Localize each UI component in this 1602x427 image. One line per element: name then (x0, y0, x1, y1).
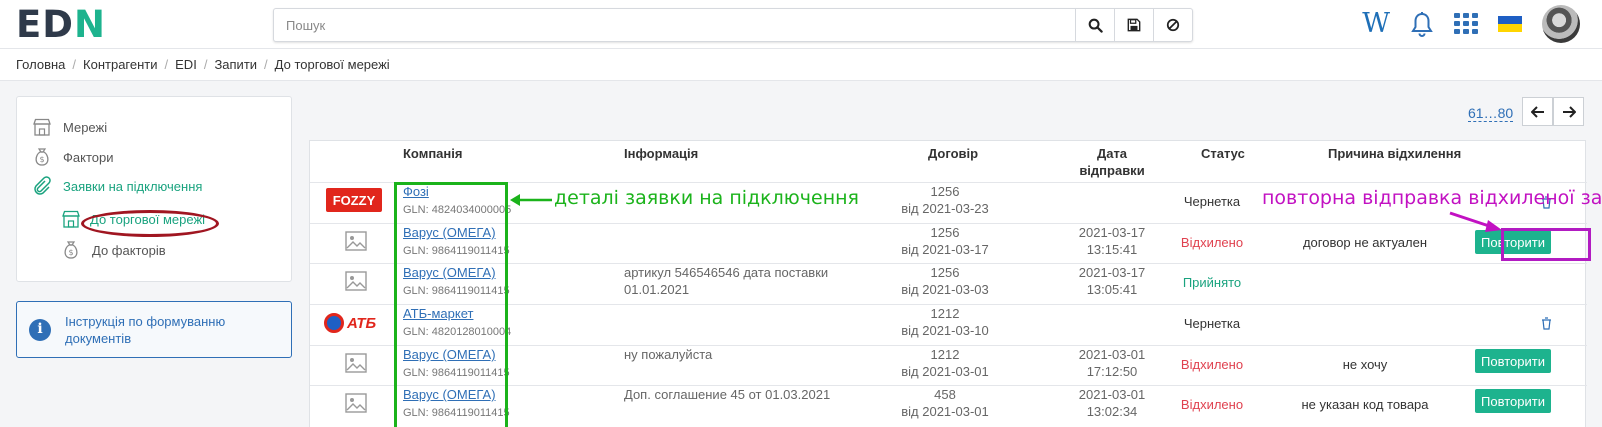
arrow-left-icon (1530, 105, 1544, 118)
annotation-details-label: деталі заявки на підключення (554, 187, 859, 209)
svg-text:$: $ (68, 248, 73, 257)
image-placeholder-icon (345, 231, 367, 251)
ban-icon (1166, 18, 1180, 32)
request-info: артикул 546546546 дата поставки 01.01.202… (624, 265, 829, 297)
rejection-reason: договор не актуален (1302, 235, 1428, 250)
status-badge: Відхилено (1180, 235, 1244, 250)
column-header-info[interactable]: Інформація (624, 145, 698, 162)
breadcrumb-item[interactable]: Запити (214, 57, 257, 72)
sidebar-item-factors[interactable]: $ Фактори (31, 146, 113, 168)
sidebar-item-label: Фактори (63, 149, 114, 165)
annotation-company-highlight (394, 182, 508, 427)
breadcrumb-item[interactable]: Головна (16, 57, 65, 72)
instructions-label: Інструкція по формуванню документів (65, 313, 226, 346)
search-bar (273, 8, 1193, 42)
paperclip-icon (31, 175, 53, 197)
contract: 458 від 2021-03-01 (901, 387, 989, 419)
column-header-reason[interactable]: Причина відхилення (1328, 145, 1461, 162)
next-page-button[interactable] (1553, 97, 1584, 126)
sidebar-item-networks[interactable]: Мережі (31, 116, 107, 138)
request-info: ну пожалуйста (624, 347, 713, 362)
image-placeholder-icon (345, 393, 367, 413)
sidebar-item-to-factors[interactable]: $ До факторів (60, 239, 166, 261)
contract: 1256 від 2021-03-17 (901, 225, 989, 257)
store-icon (31, 116, 53, 138)
sidebar-item-label: Мережі (63, 119, 108, 135)
request-info: Доп. соглашение 45 от 01.03.2021 (624, 387, 831, 402)
edin-logo[interactable]: EDN (16, 5, 106, 45)
column-header-sent-date[interactable]: Дата відправки (1047, 145, 1177, 179)
apps-grid-icon[interactable] (1454, 13, 1478, 35)
image-placeholder-icon (345, 353, 367, 373)
trash-icon[interactable] (1541, 317, 1552, 330)
repeat-button[interactable]: Повторити (1475, 349, 1551, 373)
sidebar-item-connection-requests[interactable]: Заявки на підключення (31, 175, 202, 197)
annotation-arrow-left-icon (510, 194, 552, 206)
breadcrumb: Головна / Контрагенти / EDI / Запити / До то… (0, 48, 1602, 81)
store-icon (60, 208, 82, 230)
column-header-company[interactable]: Компанія (403, 145, 462, 162)
breadcrumb-item[interactable]: Контрагенти (83, 57, 157, 72)
contract: 1212 від 2021-03-01 (901, 347, 989, 379)
annotation-arrow-down-right-icon (1449, 211, 1502, 232)
status-badge: Чернетка (1183, 194, 1241, 209)
instructions-link[interactable]: i Інструкція по формуванню документів (16, 301, 292, 358)
status-badge: Відхилено (1180, 397, 1244, 412)
wiki-icon[interactable]: W (1362, 9, 1390, 39)
search-input[interactable] (274, 9, 1075, 41)
repeat-button[interactable]: Повторити (1475, 389, 1551, 413)
contract: 1212 від 2021-03-10 (901, 306, 989, 338)
annotation-resend-label: повторна відправка відхиленої заявки (1262, 187, 1602, 209)
rejection-reason: не указан код товара (1301, 397, 1429, 412)
contract: 1256 від 2021-03-03 (901, 265, 989, 297)
svg-text:$: $ (39, 155, 44, 164)
annotation-repeat-highlight (1501, 228, 1591, 261)
money-bag-icon: $ (31, 146, 53, 168)
sidebar-menu: Мережі $ Фактори Заявки на підключення Д… (16, 96, 292, 282)
sidebar-item-label: До факторів (92, 242, 166, 258)
arrow-right-icon (1562, 105, 1576, 118)
annotation-sidebar-ellipse (81, 210, 219, 237)
prev-page-button[interactable] (1522, 97, 1553, 126)
info-icon: i (29, 318, 51, 341)
save-search-button[interactable] (1114, 9, 1153, 41)
status-badge: Відхилено (1180, 357, 1244, 372)
atb-logo: АТБ (324, 311, 384, 335)
status-badge: Чернетка (1183, 316, 1241, 331)
top-bar: EDN W (0, 0, 1602, 48)
clear-search-button[interactable] (1153, 9, 1192, 41)
pagination-range[interactable]: 61…80 (1468, 105, 1514, 122)
header-icons: W (1362, 5, 1580, 43)
money-bag-icon: $ (60, 239, 82, 261)
search-icon (1088, 18, 1103, 33)
save-icon (1127, 18, 1141, 32)
image-placeholder-icon (345, 271, 367, 291)
contract: 1256 від 2021-03-23 (901, 184, 989, 216)
rejection-reason: не хочу (1342, 357, 1388, 372)
breadcrumb-item[interactable]: EDI (175, 57, 197, 72)
bell-icon[interactable] (1410, 11, 1434, 37)
column-header-contract[interactable]: Договір (928, 145, 978, 162)
avatar[interactable] (1542, 5, 1580, 43)
breadcrumb-item-current: До торгової мережі (274, 57, 390, 72)
column-header-status[interactable]: Статус (1201, 145, 1245, 162)
sidebar-item-label: Заявки на підключення (63, 178, 203, 194)
search-button[interactable] (1075, 9, 1114, 41)
flag-ukraine-icon[interactable] (1498, 16, 1522, 32)
fozzy-logo: FOZZY (326, 188, 382, 212)
status-badge: Прийнято (1182, 275, 1242, 290)
